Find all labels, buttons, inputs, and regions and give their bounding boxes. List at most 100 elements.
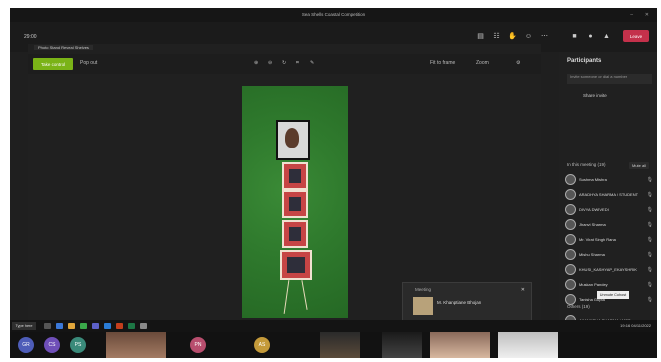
participant-list: Sushma Mishra 🎙 ARADHYA SHARMA / STUDENT… bbox=[565, 173, 653, 308]
taskbar-search[interactable]: Type here bbox=[12, 322, 36, 330]
share-invite-button[interactable]: Share invite bbox=[583, 93, 607, 98]
portrait-image bbox=[285, 128, 299, 148]
pop-out-button[interactable]: Pop out bbox=[80, 60, 97, 66]
system-clock: 19:16 04/11/2022 bbox=[620, 323, 651, 328]
fit-to-frame-button[interactable]: Fit to frame bbox=[430, 60, 455, 66]
invite-input[interactable]: Invite someone or dial a number bbox=[567, 74, 652, 84]
mic-icon[interactable]: 🎙 bbox=[647, 222, 653, 228]
list-item[interactable]: KHUSI_KASHYAP_EKAYSHRIK 🎙 bbox=[565, 263, 653, 276]
mic-icon[interactable]: 🎙 bbox=[647, 297, 653, 303]
mic-icon[interactable]: 🎙 bbox=[647, 192, 653, 198]
rotate-icon[interactable]: ↻ bbox=[282, 60, 286, 66]
participant-name: Sushma Mishra bbox=[579, 177, 607, 182]
close-icon[interactable]: ✕ bbox=[521, 287, 525, 293]
folder-icon[interactable] bbox=[68, 323, 75, 329]
avatar bbox=[565, 249, 576, 260]
list-item[interactable]: Mishu Sharma 🎙 bbox=[565, 248, 653, 261]
participant-video[interactable] bbox=[498, 332, 558, 358]
os-taskbar: Type here 19:16 04/11/2022 bbox=[10, 320, 657, 332]
camera-icon[interactable]: ■ bbox=[570, 32, 579, 40]
share-tab-bar: Photo Stand Reveal Shelves bbox=[28, 44, 541, 52]
avatar[interactable]: CS bbox=[44, 337, 60, 353]
settings-icon[interactable]: ⚙ bbox=[516, 60, 520, 66]
participant-name: Mishu Sharma bbox=[579, 252, 605, 257]
hanging-frame bbox=[282, 162, 308, 190]
avatar bbox=[565, 264, 576, 275]
close-icon[interactable]: ✕ bbox=[645, 12, 649, 18]
avatar[interactable]: PS bbox=[70, 337, 86, 353]
participant-video[interactable] bbox=[106, 332, 166, 358]
share-icon[interactable]: ▲ bbox=[602, 32, 611, 40]
hanging-string bbox=[301, 280, 308, 310]
stage-toolbar: Take control Pop out ⊕ ⊖ ↻ ⌗ ✎ Fit to fr… bbox=[28, 54, 541, 74]
participants-panel: Participants Invite someone or dial a nu… bbox=[559, 52, 657, 358]
hanging-string bbox=[283, 280, 290, 314]
reactions-icon[interactable]: ☺ bbox=[524, 32, 533, 40]
in-meeting-header: In this meeting (19) bbox=[567, 162, 606, 167]
zoom-button[interactable]: Zoom bbox=[476, 60, 489, 66]
video-strip: GR CS PS PN AS bbox=[10, 332, 657, 358]
hanging-frame bbox=[280, 250, 312, 280]
participant-name: DIVYA DWIVEDI bbox=[579, 207, 609, 212]
chrome-icon[interactable] bbox=[80, 323, 87, 329]
list-item[interactable]: DIVYA DWIVEDI 🎙 bbox=[565, 203, 653, 216]
hanging-frame bbox=[282, 190, 308, 218]
list-item[interactable]: ARADHYA SHARMA / STUDENT 🎙 bbox=[565, 188, 653, 201]
avatar bbox=[565, 234, 576, 245]
toast-header: Meeting bbox=[415, 287, 432, 292]
excel-icon[interactable] bbox=[128, 323, 135, 329]
hanging-frame bbox=[282, 220, 308, 248]
participants-icon[interactable]: ☷ bbox=[492, 32, 501, 40]
unmute-tooltip: Unmute Cohost bbox=[597, 291, 629, 299]
mic-icon[interactable]: 🎙 bbox=[647, 252, 653, 258]
list-item[interactable]: Sushma Mishra 🎙 bbox=[565, 173, 653, 186]
shared-photo bbox=[242, 86, 348, 318]
meeting-toast: Meeting ✕ M. Khanptiane Bhojan bbox=[402, 282, 532, 324]
list-item[interactable]: Muskan Pandey 🎙 bbox=[565, 278, 653, 291]
toast-name: M. Khanptiane Bhojan bbox=[437, 300, 482, 305]
word-icon[interactable] bbox=[104, 323, 111, 329]
participant-video[interactable] bbox=[430, 332, 490, 358]
settings-icon[interactable] bbox=[140, 323, 147, 329]
avatar[interactable]: AS bbox=[254, 337, 270, 353]
edge-icon[interactable] bbox=[56, 323, 63, 329]
leave-label: Leave bbox=[629, 33, 643, 39]
chat-icon[interactable]: ▤ bbox=[476, 32, 485, 40]
participant-name: KHUSI_KASHYAP_EKAYSHRIK bbox=[579, 267, 637, 272]
participant-video[interactable] bbox=[382, 332, 422, 358]
window-title: Sea Shells Coastal Competition bbox=[301, 12, 366, 17]
avatar bbox=[565, 174, 576, 185]
avatar[interactable]: PN bbox=[190, 337, 206, 353]
avatar[interactable]: GR bbox=[18, 337, 34, 353]
toast-thumbnail bbox=[413, 297, 433, 315]
zoom-out-icon[interactable]: ⊖ bbox=[268, 60, 272, 66]
list-item[interactable]: Jhanvi Sharma 🎙 bbox=[565, 218, 653, 231]
shared-window-tab[interactable]: Photo Stand Reveal Shelves bbox=[34, 45, 93, 50]
list-item[interactable]: Mr. Virat Singh Rana 🎙 bbox=[565, 233, 653, 246]
more-icon[interactable]: ⋯ bbox=[540, 32, 549, 40]
mic-icon[interactable]: 🎙 bbox=[647, 237, 653, 243]
mic-icon[interactable]: 🎙 bbox=[647, 177, 653, 183]
title-bar: Sea Shells Coastal Competition – ✕ bbox=[10, 8, 657, 22]
crop-icon[interactable]: ⌗ bbox=[296, 60, 299, 66]
powerpoint-icon[interactable] bbox=[116, 323, 123, 329]
mic-icon[interactable]: 🎙 bbox=[647, 267, 653, 273]
minimize-icon[interactable]: – bbox=[630, 12, 633, 18]
annotate-icon[interactable]: ✎ bbox=[310, 60, 314, 66]
mute-all-button[interactable]: Mute all bbox=[628, 162, 649, 169]
app-window: Sea Shells Coastal Competition – ✕ 29:00… bbox=[10, 8, 657, 358]
teams-icon[interactable] bbox=[92, 323, 99, 329]
leave-button[interactable]: Leave bbox=[623, 30, 649, 42]
take-control-button[interactable]: Take control bbox=[33, 58, 73, 70]
participant-name: Jhanvi Sharma bbox=[579, 222, 606, 227]
mic-icon[interactable]: 🎙 bbox=[647, 207, 653, 213]
take-control-label: Take control bbox=[40, 61, 66, 67]
mic-icon[interactable]: 🎙 bbox=[647, 282, 653, 288]
windows-icon[interactable] bbox=[44, 323, 51, 329]
zoom-in-icon[interactable]: ⊕ bbox=[254, 60, 258, 66]
participant-video[interactable] bbox=[320, 332, 360, 358]
mic-icon[interactable]: ● bbox=[586, 32, 595, 40]
participant-name: Muskan Pandey bbox=[579, 282, 608, 287]
participant-name: ARADHYA SHARMA / STUDENT bbox=[579, 192, 639, 197]
raise-hand-icon[interactable]: ✋ bbox=[508, 32, 517, 40]
